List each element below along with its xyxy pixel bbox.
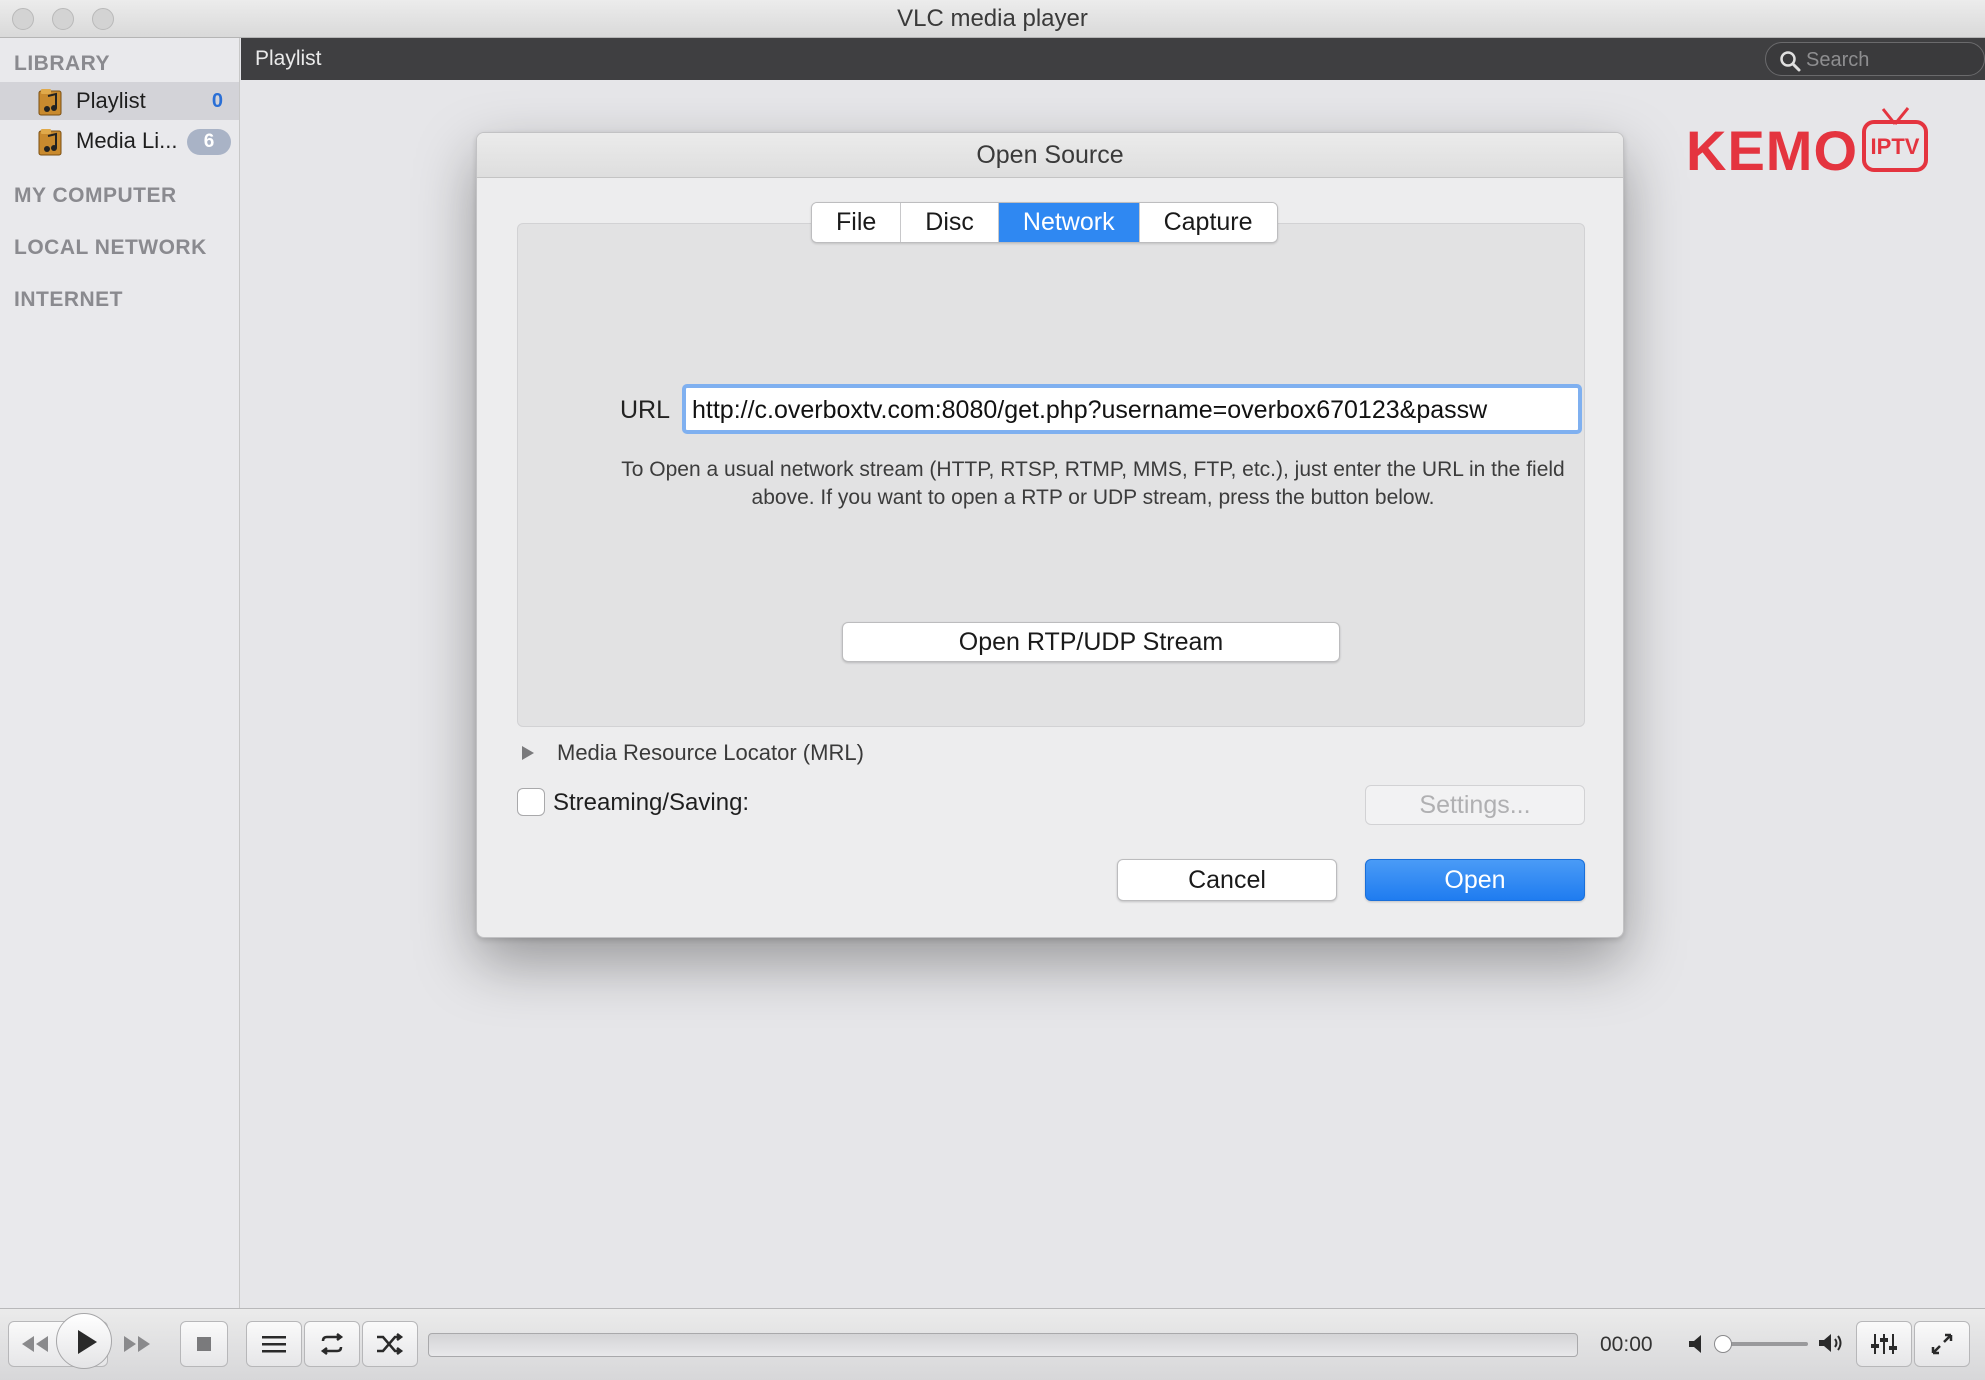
volume-min-icon[interactable] <box>1688 1333 1706 1355</box>
window-title: VLC media player <box>897 5 1088 32</box>
disclosure-triangle-icon[interactable] <box>521 745 535 761</box>
playlist-toggle-button[interactable] <box>246 1321 302 1367</box>
network-panel: URL To Open a usual network stream (HTTP… <box>517 223 1585 727</box>
sidebar-section-internet[interactable]: INTERNET <box>14 288 123 312</box>
dialog-title: Open Source <box>477 133 1623 178</box>
sidebar-item-label: Playlist <box>76 88 146 113</box>
equalizer-button[interactable] <box>1856 1321 1912 1367</box>
tab-file[interactable]: File <box>812 203 902 242</box>
streaming-saving-label: Streaming/Saving: <box>553 789 750 816</box>
sidebar-section-local-network[interactable]: LOCAL NETWORK <box>14 236 207 260</box>
open-source-dialog: Open Source URL To Open a usual network … <box>476 132 1624 938</box>
playlist-count: 0 <box>211 90 223 112</box>
shuffle-button[interactable] <box>362 1321 418 1367</box>
cancel-button[interactable]: Cancel <box>1117 859 1337 901</box>
search-icon <box>1780 51 1801 72</box>
equalizer-icon <box>1871 1334 1897 1354</box>
elapsed-time: 00:00 <box>1600 1333 1653 1356</box>
repeat-button[interactable] <box>304 1321 360 1367</box>
settings-button[interactable]: Settings... <box>1365 785 1585 825</box>
playlist-icon <box>262 1336 286 1353</box>
playlist-header-title: Playlist <box>255 47 322 70</box>
open-rtp-udp-stream-button[interactable]: Open RTP/UDP Stream <box>842 622 1340 662</box>
url-field[interactable] <box>682 384 1582 434</box>
stop-icon <box>197 1337 211 1351</box>
sidebar-item-playlist[interactable]: Playlist 0 <box>0 82 239 120</box>
logo-text: KEMO <box>1686 119 1858 182</box>
kemo-iptv-logo: KEMO IPTV <box>1686 106 1936 182</box>
playlist-header: Playlist <box>241 38 1985 80</box>
streaming-saving-checkbox[interactable] <box>517 788 545 816</box>
tab-disc[interactable]: Disc <box>901 203 999 242</box>
logo-badge-text: IPTV <box>1870 134 1920 159</box>
fullscreen-button[interactable] <box>1914 1321 1970 1367</box>
tab-capture[interactable]: Capture <box>1139 203 1277 242</box>
source-tabs: File Disc Network Capture <box>811 202 1278 243</box>
volume-slider-knob[interactable] <box>1714 1335 1732 1353</box>
play-button[interactable] <box>56 1313 112 1369</box>
url-label: URL <box>620 396 671 424</box>
tab-network[interactable]: Network <box>998 203 1140 242</box>
fast-forward-icon[interactable] <box>122 1335 152 1353</box>
sidebar-item-media-library[interactable]: Media Li... 6 <box>0 122 239 160</box>
rewind-icon[interactable] <box>20 1335 50 1353</box>
sidebar: LIBRARY Playlist 0 Media Li... 6 MY COMP… <box>0 38 240 1308</box>
sidebar-item-label: Media Li... <box>76 128 178 153</box>
volume-max-icon[interactable] <box>1818 1331 1846 1355</box>
open-button[interactable]: Open <box>1365 859 1585 901</box>
sidebar-section-my-computer[interactable]: MY COMPUTER <box>14 184 177 208</box>
music-folder-icon <box>38 129 62 156</box>
music-folder-icon <box>38 89 62 116</box>
title-bar: VLC media player <box>0 0 1985 38</box>
timeline-slider[interactable] <box>428 1333 1578 1357</box>
sidebar-heading-library: LIBRARY <box>14 52 111 75</box>
shuffle-icon <box>377 1333 404 1355</box>
search-box[interactable] <box>1765 42 1985 76</box>
playback-controls: 00:00 <box>0 1308 1985 1380</box>
search-input[interactable] <box>1806 47 1976 73</box>
tv-icon: IPTV <box>1862 120 1928 172</box>
url-input[interactable] <box>692 394 1572 426</box>
fullscreen-icon <box>1931 1333 1953 1355</box>
mrl-label[interactable]: Media Resource Locator (MRL) <box>557 740 864 766</box>
repeat-icon <box>320 1333 344 1355</box>
network-help-text: To Open a usual network stream (HTTP, RT… <box>621 458 1565 509</box>
media-library-count-badge: 6 <box>187 129 231 155</box>
play-icon <box>78 1330 97 1354</box>
stop-button[interactable] <box>180 1321 228 1367</box>
